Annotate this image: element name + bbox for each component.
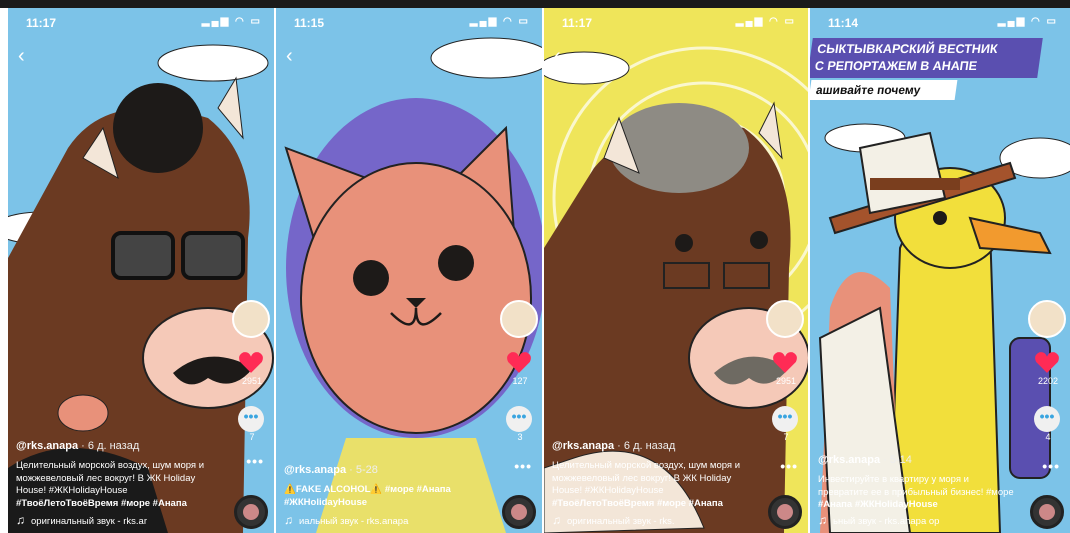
sound-row[interactable]: ♫ ьный звук - rks.anapa ор	[818, 513, 939, 527]
status-bar: 11:17 ▂▄▆ ◠ ▭	[544, 14, 808, 32]
username-handle[interactable]: @rks.anapa	[284, 464, 346, 476]
caption-line[interactable]: ⚠️FAKE ALCOHOL⚠️ #море #Анапа	[284, 484, 519, 497]
caption: Целительный морской воздух, шум моря и м…	[16, 460, 251, 510]
sound-disc-icon[interactable]	[502, 495, 536, 529]
sound-label: оригинальный звук - rks.	[567, 516, 675, 527]
comment-icon[interactable]: •••	[506, 406, 532, 432]
sound-row[interactable]: ♫ оригинальный звук - rks.ar	[16, 513, 147, 527]
music-note-icon: ♫	[818, 513, 827, 527]
username-handle[interactable]: @rks.anapa	[16, 440, 78, 452]
profile-avatar[interactable]	[766, 300, 804, 338]
username-handle[interactable]: @rks.anapa	[818, 454, 880, 466]
sound-label: ьный звук - rks.anapa ор	[833, 516, 940, 527]
caption-line[interactable]: #ТвоёЛетоТвоёВремя #море #Анапа	[552, 498, 787, 511]
caption-line: Целительный морской воздух, шум моря и	[552, 460, 741, 471]
sound-disc-icon[interactable]	[234, 495, 268, 529]
music-note-icon: ♫	[284, 513, 293, 527]
sound-label: оригинальный звук - rks.ar	[31, 516, 147, 527]
heart-icon[interactable]	[772, 350, 798, 374]
caption-line: Инвестируйте в квартиру у моря и	[818, 474, 969, 485]
banner-line: СЫКТЫВКАРСКИЙ ВЕСТНИК	[816, 42, 999, 56]
music-note-icon: ♫	[552, 513, 561, 527]
status-time: 11:17	[562, 16, 593, 30]
username[interactable]: @rks.anapa · 5-14	[818, 454, 912, 466]
caption-line[interactable]: House! #ЖКHolidayHouse	[16, 485, 251, 498]
sound-disc-icon[interactable]	[1030, 495, 1064, 529]
post-age: 6 д. назад	[623, 440, 676, 452]
heart-icon[interactable]	[506, 350, 532, 374]
comment-count: 4	[1045, 432, 1051, 442]
comment-count: 7	[783, 432, 789, 442]
more-icon[interactable]: •••	[1042, 458, 1060, 474]
caption: Целительный морской воздух, шум моря и м…	[552, 460, 787, 510]
status-bar: 11:17 ▂▄▆ ◠ ▭	[8, 14, 274, 32]
status-time: 11:17	[26, 16, 57, 30]
profile-avatar[interactable]	[1028, 300, 1066, 338]
cat-illustration	[276, 8, 542, 533]
sound-row[interactable]: ♫ оригинальный звук - rks.	[552, 513, 675, 527]
sound-label: иальный звук - rks.anapa	[299, 516, 409, 527]
status-indicators: ▂▄▆ ◠ ▭	[997, 16, 1058, 27]
caption-line: можжевеловый лес вокруг! В ЖК Holiday	[16, 472, 196, 484]
like-count: 127	[512, 376, 528, 386]
comment-icon[interactable]: •••	[1034, 406, 1060, 432]
profile-avatar[interactable]	[232, 300, 270, 338]
like-count: 2951	[241, 376, 263, 386]
caption-line: превратите ее в прибыльный бизнес! #море	[818, 486, 1014, 498]
back-icon[interactable]: ‹	[18, 46, 25, 66]
heart-icon[interactable]	[238, 350, 264, 374]
tiktok-screen-1: 11:17 ▂▄▆ ◠ ▭ ‹ 2951 ••• 7 ••• @rks.anap…	[8, 8, 274, 533]
status-bar: 11:15 ▂▄▆ ◠ ▭	[276, 14, 542, 32]
sound-disc-icon[interactable]	[768, 495, 802, 529]
caption-line[interactable]: #ЖКHolidayHouse	[284, 497, 519, 510]
caption-line: Целительный морской воздух, шум моря и	[16, 460, 205, 471]
bull-glasses-illustration	[544, 8, 808, 533]
caption-line[interactable]: House! #ЖКHolidayHouse	[552, 485, 787, 498]
caption-line[interactable]: #Анапа #ЖКHolidayHouse	[818, 499, 1053, 512]
comment-count: 3	[517, 432, 523, 442]
news-subbanner: ашивайте почему	[810, 80, 958, 100]
like-count: 2951	[775, 376, 797, 386]
status-indicators: ▂▄▆ ◠ ▭	[201, 16, 262, 27]
screens-strip: 11:17 ▂▄▆ ◠ ▭ ‹ 2951 ••• 7 ••• @rks.anap…	[8, 8, 1070, 533]
caption-line[interactable]: #ТвоёЛетоТвоёВремя #море #Анапа	[16, 498, 251, 511]
status-time: 11:15	[294, 16, 325, 30]
comment-icon[interactable]: •••	[772, 406, 798, 432]
caption-line: можжевеловый лес вокруг! В ЖК Holiday	[552, 472, 732, 484]
caption: ⚠️FAKE ALCOHOL⚠️ #море #Анапа #ЖКHoliday…	[284, 484, 519, 509]
tiktok-screen-4: 11:14 ▂▄▆ ◠ ▭ СЫКТЫВКАРСКИЙ ВЕСТНИК С РЕ…	[810, 8, 1070, 533]
status-bar: 11:14 ▂▄▆ ◠ ▭	[810, 14, 1070, 32]
comment-count: 7	[249, 432, 255, 442]
like-count: 2202	[1037, 376, 1059, 386]
username[interactable]: @rks.anapa · 5-28	[284, 464, 378, 476]
post-age: 5-28	[355, 464, 378, 476]
heart-icon[interactable]	[1034, 350, 1060, 374]
caption: Инвестируйте в квартиру у моря и преврат…	[818, 474, 1053, 512]
status-time: 11:14	[828, 16, 859, 30]
bull-illustration	[8, 8, 274, 533]
news-banner: СЫКТЫВКАРСКИЙ ВЕСТНИК С РЕПОРТАЖЕМ В АНА…	[810, 38, 1043, 78]
sound-row[interactable]: ♫ иальный звук - rks.anapa	[284, 513, 408, 527]
back-icon[interactable]: ‹	[554, 46, 561, 66]
profile-avatar[interactable]	[500, 300, 538, 338]
username[interactable]: @rks.anapa · 6 д. назад	[16, 440, 139, 452]
status-indicators: ▂▄▆ ◠ ▭	[469, 16, 530, 27]
banner-line: С РЕПОРТАЖЕМ В АНАПЕ	[813, 59, 979, 73]
back-icon[interactable]: ‹	[286, 46, 293, 66]
comment-icon[interactable]: •••	[238, 406, 264, 432]
post-age: 6 д. назад	[87, 440, 140, 452]
username[interactable]: @rks.anapa · 6 д. назад	[552, 440, 675, 452]
tiktok-screen-3: 11:17 ▂▄▆ ◠ ▭ ‹ 2951 ••• 7 ••• @rks.anap…	[544, 8, 808, 533]
music-note-icon: ♫	[16, 513, 25, 527]
more-icon[interactable]: •••	[514, 458, 532, 474]
post-age: 5-14	[889, 454, 912, 466]
username-handle[interactable]: @rks.anapa	[552, 440, 614, 452]
top-bezel	[0, 0, 1070, 8]
status-indicators: ▂▄▆ ◠ ▭	[735, 16, 796, 27]
tiktok-screen-2: 11:15 ▂▄▆ ◠ ▭ ‹ 127 ••• 3 ••• @rks.anapa…	[276, 8, 542, 533]
